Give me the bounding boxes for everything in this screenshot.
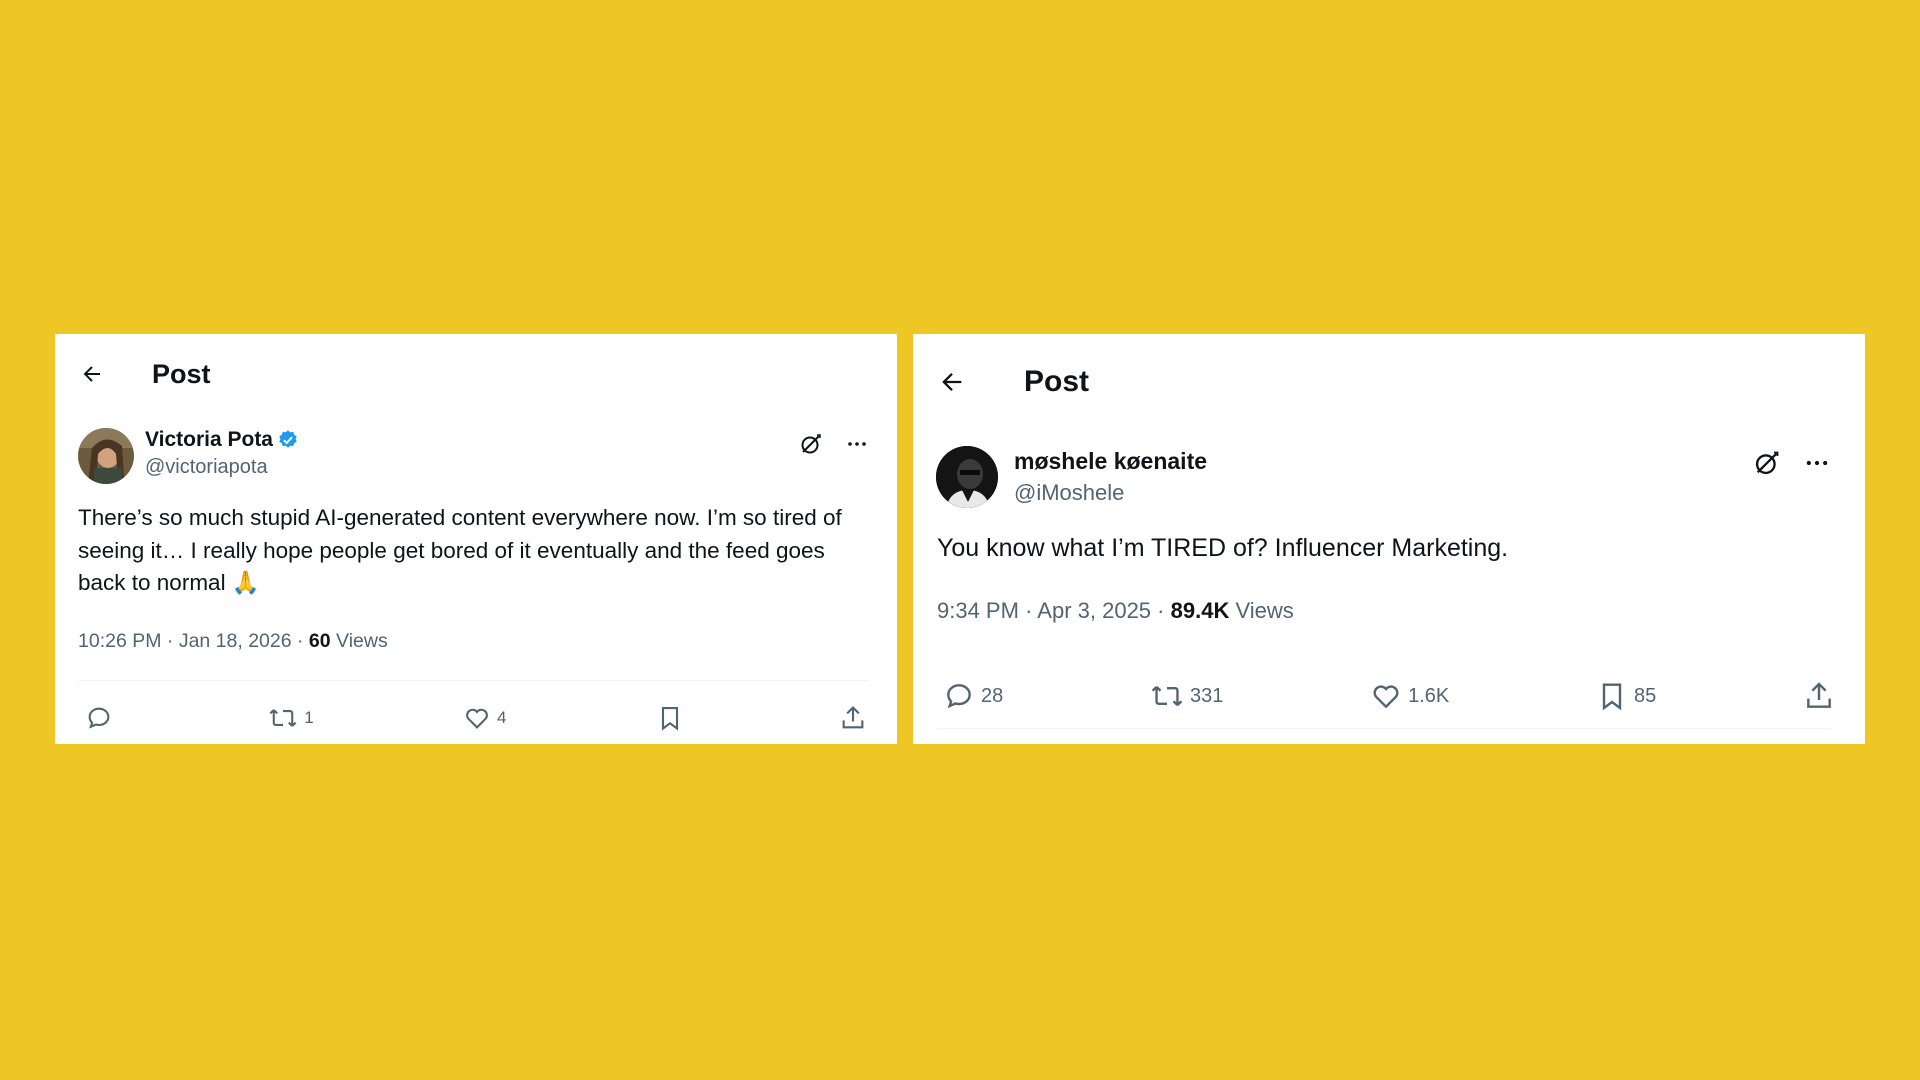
- verified-badge-icon: [277, 429, 299, 451]
- more-options-icon[interactable]: [1803, 449, 1831, 477]
- avatar[interactable]: [78, 428, 134, 484]
- divider: [937, 728, 1831, 729]
- bookmark-count: 85: [1633, 684, 1657, 707]
- page-title: Post: [152, 358, 211, 389]
- like-count: 1.6K: [1408, 684, 1450, 707]
- reply-count: 28: [981, 684, 1004, 707]
- author-info: møshele køenaite @iMoshele: [1014, 448, 1207, 506]
- meta-separator: ·: [1157, 598, 1165, 623]
- post-card-moshele: Post møshele køenaite @iMoshele You know…: [913, 334, 1865, 744]
- action-bar: 1 4: [85, 698, 867, 738]
- bookmark-button[interactable]: 85: [1596, 680, 1656, 712]
- views-count: 89.4K: [1170, 598, 1230, 623]
- grok-icon[interactable]: [799, 432, 823, 456]
- divider: [78, 680, 869, 681]
- bookmark-button[interactable]: [656, 704, 690, 732]
- grok-icon[interactable]: [1753, 449, 1781, 477]
- avatar[interactable]: [936, 446, 998, 508]
- views-label: Views: [1235, 598, 1294, 623]
- post-meta: 10:26 PM · Jan 18, 2026 · 60 Views: [78, 630, 388, 653]
- back-arrow-icon[interactable]: [938, 368, 966, 396]
- post-header: Post: [80, 354, 211, 394]
- reply-button[interactable]: [85, 704, 119, 732]
- reply-button[interactable]: 28: [943, 680, 1003, 712]
- action-bar: 28 331 1.6K 85: [943, 674, 1835, 718]
- user-handle[interactable]: @victoriapota: [145, 456, 299, 479]
- post-header: Post: [938, 360, 1089, 404]
- back-arrow-icon[interactable]: [80, 362, 104, 386]
- display-name[interactable]: Victoria Pota: [145, 428, 273, 452]
- like-button[interactable]: 4: [463, 704, 506, 732]
- post-top-actions: [1753, 449, 1831, 477]
- share-button[interactable]: [1803, 680, 1835, 712]
- author-info: Victoria Pota @victoriapota: [145, 428, 299, 479]
- post-meta: 9:34 PM · Apr 3, 2025 · 89.4K Views: [937, 598, 1294, 624]
- post-date[interactable]: Apr 3, 2025: [1037, 598, 1151, 623]
- post-text: There’s so much stupid AI-generated cont…: [78, 505, 842, 596]
- post-card-victoria: Post Victoria Pota @victoriapota There’s…: [55, 334, 897, 744]
- meta-separator: ·: [297, 630, 304, 652]
- repost-count: 1: [304, 708, 314, 727]
- post-top-actions: [799, 432, 869, 456]
- share-button[interactable]: [839, 704, 867, 732]
- views-count: 60: [308, 630, 331, 652]
- repost-button[interactable]: 331: [1150, 680, 1223, 712]
- like-button[interactable]: 1.6K: [1370, 680, 1449, 712]
- meta-separator: ·: [1025, 598, 1033, 623]
- repost-button[interactable]: 1: [268, 704, 314, 732]
- views-label: Views: [336, 630, 388, 652]
- meta-separator: ·: [166, 630, 174, 652]
- page-title: Post: [1024, 365, 1090, 398]
- post-time[interactable]: 10:26 PM: [78, 630, 161, 652]
- post-date[interactable]: Jan 18, 2026: [179, 630, 292, 652]
- post-text: You know what I’m TIRED of? Influencer M…: [937, 534, 1509, 562]
- post-time[interactable]: 9:34 PM: [937, 598, 1019, 623]
- display-name[interactable]: møshele køenaite: [1014, 448, 1207, 475]
- like-count: 4: [497, 708, 507, 727]
- user-handle[interactable]: @iMoshele: [1014, 480, 1207, 506]
- repost-count: 331: [1189, 684, 1224, 707]
- more-options-icon[interactable]: [845, 432, 869, 456]
